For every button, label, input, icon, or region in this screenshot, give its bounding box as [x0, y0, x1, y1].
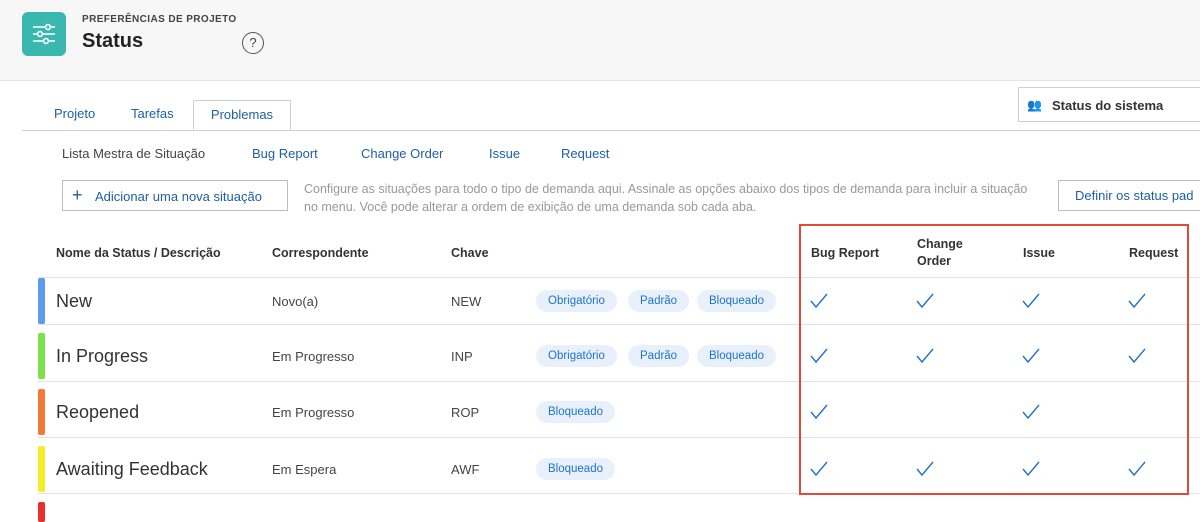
status-key: NEW	[451, 294, 482, 309]
status-match: Em Progresso	[272, 349, 355, 364]
status-color-bar	[38, 333, 45, 379]
badge-default: Padrão	[628, 290, 690, 312]
subnav-master-list[interactable]: Lista Mestra de Situação	[62, 146, 205, 161]
badge-required: Obrigatório	[536, 345, 617, 367]
status-key: AWF	[451, 462, 480, 477]
status-key: INP	[451, 349, 473, 364]
status-match: Em Espera	[272, 462, 337, 477]
status-name: Awaiting Feedback	[56, 459, 208, 479]
column-header-match: Correspondente	[272, 246, 369, 260]
status-color-bar	[38, 278, 45, 324]
add-status-label: Adicionar uma nova situação	[95, 189, 262, 204]
add-status-button[interactable]: + Adicionar uma nova situação	[62, 180, 288, 211]
status-color-bar	[38, 502, 45, 522]
tab-problemas[interactable]: Problemas	[193, 100, 291, 130]
badge-locked: Bloqueado	[536, 458, 615, 480]
badge-required: Obrigatório	[536, 290, 617, 312]
subnav-change-order[interactable]: Change Order	[361, 146, 443, 161]
system-status-label: Status do sistema	[1052, 98, 1164, 113]
status-name: Reopened	[56, 402, 140, 422]
header-eyebrow: PREFERÊNCIAS DE PROJETO	[82, 14, 237, 25]
status-color-bar	[38, 389, 45, 435]
column-header-name: Nome da Status / Descrição	[56, 246, 221, 260]
page-title: Status	[82, 30, 144, 52]
tab-tarefas[interactable]: Tarefas	[131, 106, 174, 121]
sliders-icon	[22, 12, 66, 56]
tab-projeto[interactable]: Projeto	[54, 106, 95, 121]
badge-locked: Bloqueado	[697, 290, 776, 312]
subnav-bug-report[interactable]: Bug Report	[252, 146, 318, 161]
define-default-status-button[interactable]: Definir os status pad	[1058, 180, 1200, 211]
badge-default: Padrão	[628, 345, 690, 367]
help-text: Configure as situações para todo o tipo …	[304, 182, 1028, 214]
status-key: ROP	[451, 405, 480, 420]
help-icon[interactable]: ?	[242, 32, 264, 54]
plus-icon: +	[72, 185, 83, 205]
column-header-key: Chave	[451, 246, 489, 260]
people-icon: 👥	[1027, 98, 1042, 112]
page-header: PREFERÊNCIAS DE PROJETO Status ?	[0, 0, 1200, 81]
status-match: Novo(a)	[272, 294, 319, 309]
highlight-box	[799, 224, 1189, 495]
system-status-select[interactable]: 👥 Status do sistema	[1018, 87, 1200, 122]
badge-locked: Bloqueado	[697, 345, 776, 367]
status-name: New	[56, 291, 93, 311]
tab-bar-border	[22, 130, 1200, 131]
badge-locked: Bloqueado	[536, 401, 615, 423]
status-color-bar	[38, 446, 45, 492]
status-name: In Progress	[56, 346, 149, 366]
subnav-issue[interactable]: Issue	[489, 146, 520, 161]
status-match: Em Progresso	[272, 405, 355, 420]
subnav-request[interactable]: Request	[561, 146, 609, 161]
